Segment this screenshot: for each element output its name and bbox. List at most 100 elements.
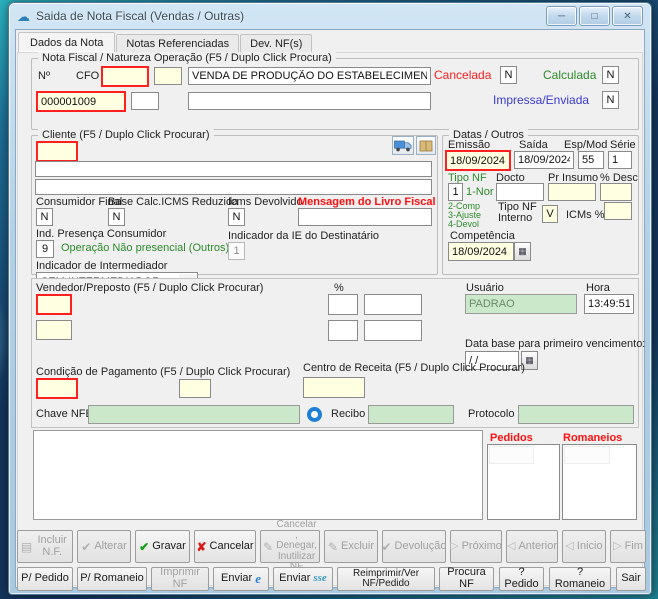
p-romaneio-button[interactable]: P/ Romaneio xyxy=(77,567,147,591)
alterar-button[interactable]: ✔Alterar xyxy=(77,530,131,563)
tab-dev-nfs[interactable]: Dev. NF(s) xyxy=(240,34,312,52)
competencia-label: Competência xyxy=(450,230,515,242)
protocolo-label: Protocolo xyxy=(468,408,514,420)
desc-field[interactable] xyxy=(600,183,632,201)
icms-perc-field[interactable] xyxy=(604,202,632,220)
close-button[interactable]: ✕ xyxy=(612,6,643,26)
pedido-search-button[interactable]: ? Pedido xyxy=(499,567,544,591)
pr-insumo-field[interactable] xyxy=(548,183,596,201)
excluir-button[interactable]: ✎Excluir xyxy=(324,530,378,563)
saida-field[interactable] xyxy=(514,151,574,169)
list-item xyxy=(564,446,610,464)
tipo-nf-hint1: 1-Nor xyxy=(466,186,494,198)
vendedor2-codigo-field[interactable] xyxy=(36,320,72,340)
usuario-field[interactable] xyxy=(465,294,577,314)
competencia-calendar-button[interactable]: ▦ xyxy=(514,242,531,261)
saida-label: Saída xyxy=(519,139,548,151)
mensagem-livro-fiscal-field[interactable] xyxy=(298,208,432,226)
itens-box[interactable] xyxy=(33,430,483,520)
numero-nf-field[interactable] xyxy=(36,91,126,112)
proximo-button[interactable]: ▷Próximo xyxy=(450,530,502,563)
transporte-button[interactable] xyxy=(392,136,414,155)
anterior-button[interactable]: ◁Anterior xyxy=(506,530,558,563)
maximize-button[interactable]: □ xyxy=(579,6,610,26)
nota-fiscal-group-title: Nota Fiscal / Natureza Operação (F5 / Du… xyxy=(38,52,336,64)
intermediador-label: Indicador de Intermediador xyxy=(36,260,167,272)
valor2-field[interactable] xyxy=(364,320,422,341)
percent2-field[interactable] xyxy=(328,320,358,341)
minimize-icon: ─ xyxy=(558,11,565,22)
consumidor-final-field[interactable] xyxy=(36,208,53,226)
cancelar-denegar-button[interactable]: ✎Cancelar , Denegar, Inutilizar NF xyxy=(260,530,320,563)
chave-nfe-field[interactable] xyxy=(88,405,300,424)
window-titlebar[interactable]: ☁ Saida de Nota Fiscal (Vendas / Outras)… xyxy=(9,3,651,29)
serie-field[interactable] xyxy=(608,151,632,169)
fim-button[interactable]: ▷Fim xyxy=(610,530,646,563)
icms-devolvido-label: Icms Devolvido xyxy=(228,196,303,208)
natureza-operacao-field[interactable] xyxy=(188,67,431,85)
imprimir-nf-button[interactable]: Imprimir NF xyxy=(151,567,209,591)
icms-devolvido-field[interactable] xyxy=(228,208,245,226)
cliente-codigo-field[interactable] xyxy=(36,141,78,162)
impressa-flag-field[interactable] xyxy=(602,91,619,109)
centro-receita-field[interactable] xyxy=(303,377,365,398)
cliente-endereco-field[interactable] xyxy=(35,179,432,195)
recibo-field[interactable] xyxy=(368,405,454,424)
cancelada-flag-field[interactable] xyxy=(500,66,517,84)
cfo-suffix-field[interactable] xyxy=(154,67,182,85)
protocolo-field[interactable] xyxy=(518,405,634,424)
natureza-operacao2-field[interactable] xyxy=(188,92,431,110)
espmod-field[interactable] xyxy=(578,151,604,169)
inicio-button[interactable]: ◁Inicio xyxy=(562,530,606,563)
package-icon xyxy=(419,139,433,152)
base-calc-field[interactable] xyxy=(108,208,125,226)
printer-icon: ▤ xyxy=(21,541,32,553)
refresh-icon[interactable] xyxy=(307,407,322,422)
emissao-field[interactable] xyxy=(445,150,511,171)
ind-presenca-field[interactable] xyxy=(36,240,54,258)
pedidos-list[interactable] xyxy=(487,444,560,520)
tab-notas-referenciadas[interactable]: Notas Referenciadas xyxy=(116,34,239,52)
vendedor-group-title: Vendedor/Preposto (F5 / Duplo Click Proc… xyxy=(36,282,263,294)
pacote-button[interactable] xyxy=(416,136,436,155)
condicao-pagamento-field[interactable] xyxy=(36,378,78,399)
minimize-button[interactable]: ─ xyxy=(546,6,577,26)
devolucao-button[interactable]: ✔Devolução xyxy=(382,530,446,563)
numero-label: Nº xyxy=(38,70,50,82)
ind-presenca-desc: Operação Não presencial (Outros) xyxy=(61,242,229,254)
valor1-field[interactable] xyxy=(364,294,422,315)
gravar-button[interactable]: ✔Gravar xyxy=(135,530,190,563)
romaneio-search-button[interactable]: ? Romaneio xyxy=(549,567,611,591)
incluir-nf-button[interactable]: ▤Incluir N.F. xyxy=(17,530,73,563)
tipo-nf-interno-field[interactable] xyxy=(542,205,558,223)
espmod-label: Esp/Mod xyxy=(564,139,607,151)
competencia-field[interactable] xyxy=(448,242,514,261)
vendedor-codigo-field[interactable] xyxy=(36,294,72,315)
indicador-ie-field[interactable] xyxy=(228,242,245,260)
cliente-nome-field[interactable] xyxy=(35,161,432,177)
recibo-label: Recibo xyxy=(331,408,365,420)
condicao-detalhe-field[interactable] xyxy=(179,379,211,398)
impressa-enviada-label: Impressa/Enviada xyxy=(493,93,589,107)
calendar-icon: ▦ xyxy=(525,355,534,366)
hora-field[interactable] xyxy=(584,294,634,314)
p-pedido-button[interactable]: P/ Pedido xyxy=(17,567,73,591)
romaneios-list[interactable] xyxy=(562,444,637,520)
tipo-nf-hint4: 4-Devol xyxy=(448,220,479,229)
enviar-nfe-button[interactable]: Enviare xyxy=(213,567,269,591)
numero-suffix-field[interactable] xyxy=(131,92,159,110)
calculada-flag-field[interactable] xyxy=(602,66,619,84)
cancelar-button[interactable]: ✘Cancelar xyxy=(194,530,256,563)
arrow-right-icon: ▷ xyxy=(450,541,458,552)
procura-nf-button[interactable]: Procura NF xyxy=(439,567,494,591)
pencil-icon: ✎ xyxy=(328,541,338,553)
sair-button[interactable]: Sair xyxy=(616,567,646,591)
docto-field[interactable] xyxy=(496,183,544,201)
percent-label: % xyxy=(334,282,344,294)
percent1-field[interactable] xyxy=(328,294,358,315)
tab-dados-da-nota[interactable]: Dados da Nota xyxy=(18,32,115,52)
enviar-contingencia-button[interactable]: Enviarsse xyxy=(273,567,333,591)
reimprimir-button[interactable]: Reimprimir/Ver NF/Pedido xyxy=(337,567,435,591)
cfo-field[interactable] xyxy=(101,66,149,87)
tipo-nf-field[interactable] xyxy=(448,183,463,201)
